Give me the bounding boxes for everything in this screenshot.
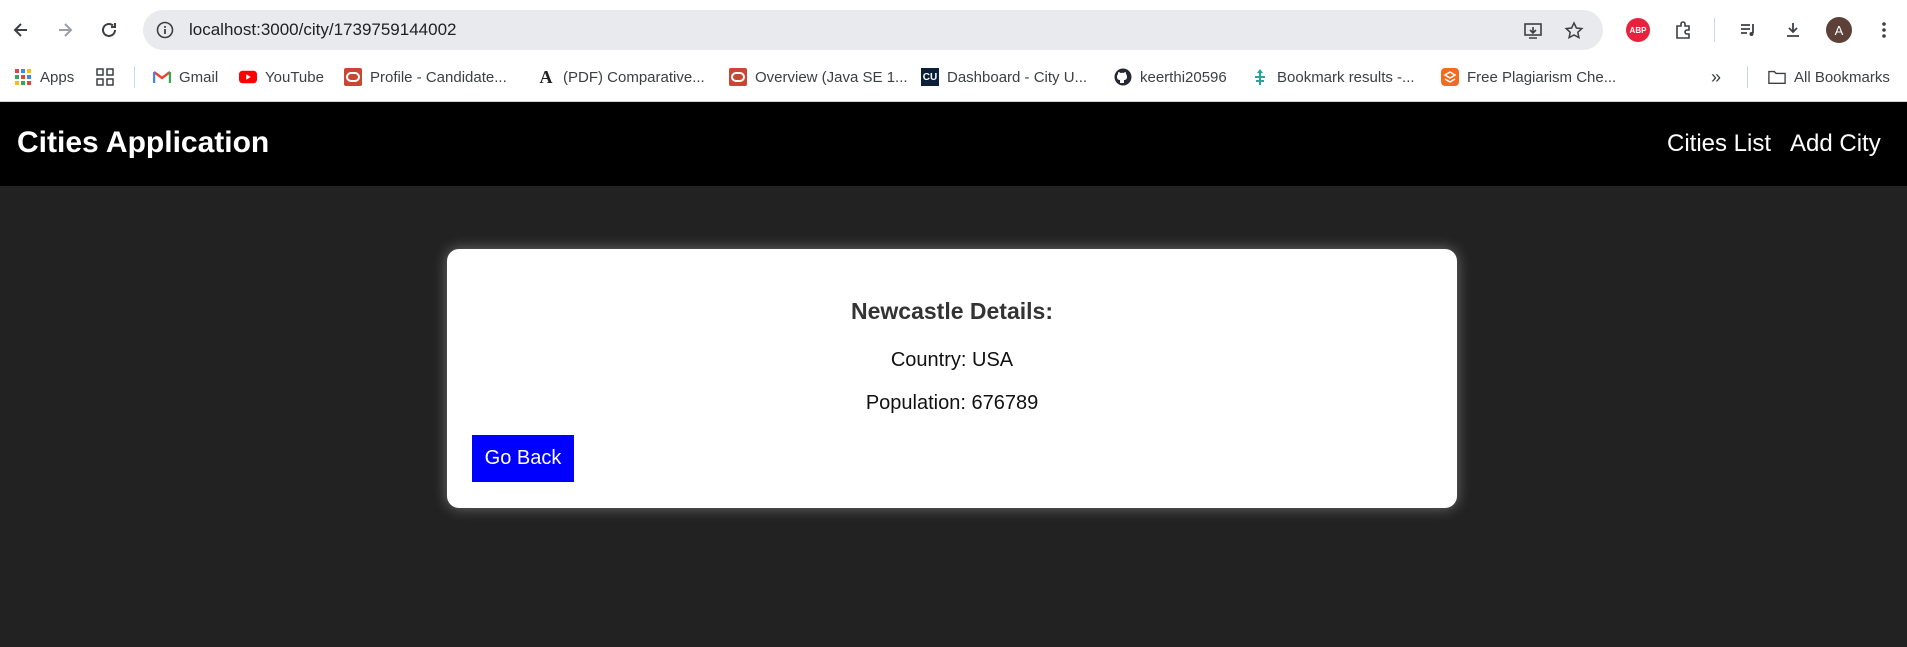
chevron-double-right-icon: » <box>1711 66 1722 87</box>
bookmark-label: keerthi20596 <box>1140 68 1227 86</box>
gmail-icon <box>153 68 171 86</box>
app-title: Cities Application <box>17 126 270 159</box>
forward-arrow-icon[interactable] <box>50 15 80 45</box>
bookmark-divider <box>1747 66 1748 88</box>
media-control-icon[interactable] <box>1734 16 1762 44</box>
city-population: Population: 676789 <box>865 392 1039 414</box>
back-arrow-icon[interactable] <box>6 15 36 45</box>
oracle-icon <box>344 68 362 86</box>
nav-add-city[interactable]: Add City <box>1790 130 1881 158</box>
bookmark-youtube[interactable]: YouTube <box>239 64 324 90</box>
bookmark-label: Bookmark results -... <box>1277 68 1415 86</box>
youtube-icon <box>239 68 257 86</box>
bookmark-label: Free Plagiarism Che... <box>1467 68 1617 86</box>
url-text[interactable]: localhost:3000/city/1739759144002 <box>189 20 457 40</box>
apps-grid-icon <box>14 68 32 86</box>
bookmark-dashboard-city[interactable]: CU Dashboard - City U... <box>921 64 1087 90</box>
bookmark-star-icon[interactable] <box>1562 19 1586 43</box>
bookmarks-overflow-button[interactable]: » <box>1711 64 1721 90</box>
browser-toolbar: localhost:3000/city/1739759144002 ABP A <box>0 0 1907 60</box>
bookmark-label: YouTube <box>265 68 324 86</box>
bookmark-pdf-comparative[interactable]: A (PDF) Comparative... <box>537 64 705 90</box>
bookmark-results[interactable]: Bookmark results -... <box>1251 64 1415 90</box>
nav-cities-list[interactable]: Cities List <box>1667 130 1771 158</box>
all-bookmarks-button[interactable]: All Bookmarks <box>1768 64 1890 90</box>
bookmark-label: Dashboard - City U... <box>947 68 1088 86</box>
city-country: Country: USA <box>890 349 1014 371</box>
bookmark-gmail[interactable]: Gmail <box>153 64 218 90</box>
extensions-puzzle-icon[interactable] <box>1669 16 1697 44</box>
downloads-icon[interactable] <box>1779 16 1807 44</box>
reload-icon[interactable] <box>94 15 124 45</box>
bookmark-overview-java[interactable]: Overview (Java SE 1... <box>729 64 908 90</box>
bookmark-results-icon <box>1251 68 1269 86</box>
bookmark-label: Overview (Java SE 1... <box>755 68 908 86</box>
app-header: Cities Application Cities List Add City <box>0 102 1907 186</box>
bookmark-label: Gmail <box>179 68 219 86</box>
install-app-icon[interactable] <box>1521 19 1545 43</box>
bookmark-apps[interactable]: Apps <box>14 64 74 90</box>
profile-avatar[interactable]: A <box>1825 16 1853 44</box>
site-info-icon[interactable] <box>153 18 177 42</box>
folder-icon <box>1768 68 1786 86</box>
toolbar-divider <box>1714 18 1715 42</box>
bookmark-tab-groups[interactable] <box>96 64 122 90</box>
bookmark-divider <box>134 66 135 88</box>
city-heading: Newcastle Details: <box>851 298 1053 324</box>
city-details-card: Newcastle Details: Country: USA Populati… <box>447 249 1457 508</box>
github-icon <box>1114 68 1132 86</box>
more-menu-icon[interactable] <box>1870 16 1898 44</box>
bookmark-plagiarism[interactable]: Free Plagiarism Che... <box>1441 64 1616 90</box>
bookmark-label: Apps <box>40 68 75 86</box>
bookmark-github[interactable]: keerthi20596 <box>1114 64 1227 90</box>
plagiarism-icon <box>1441 68 1459 86</box>
go-back-button[interactable]: Go Back <box>472 435 574 482</box>
all-bookmarks-label: All Bookmarks <box>1794 68 1890 86</box>
grid-icon <box>96 68 114 86</box>
academia-icon: A <box>539 66 553 87</box>
bookmark-profile-candidate[interactable]: Profile - Candidate... <box>344 64 507 90</box>
bookmark-label: (PDF) Comparative... <box>563 68 705 86</box>
bookmark-label: Profile - Candidate... <box>370 68 507 86</box>
adblock-extension-icon[interactable]: ABP <box>1624 16 1652 44</box>
cu-icon: CU <box>921 68 939 86</box>
oracle-icon <box>729 68 747 86</box>
address-bar[interactable]: localhost:3000/city/1739759144002 <box>143 10 1603 50</box>
